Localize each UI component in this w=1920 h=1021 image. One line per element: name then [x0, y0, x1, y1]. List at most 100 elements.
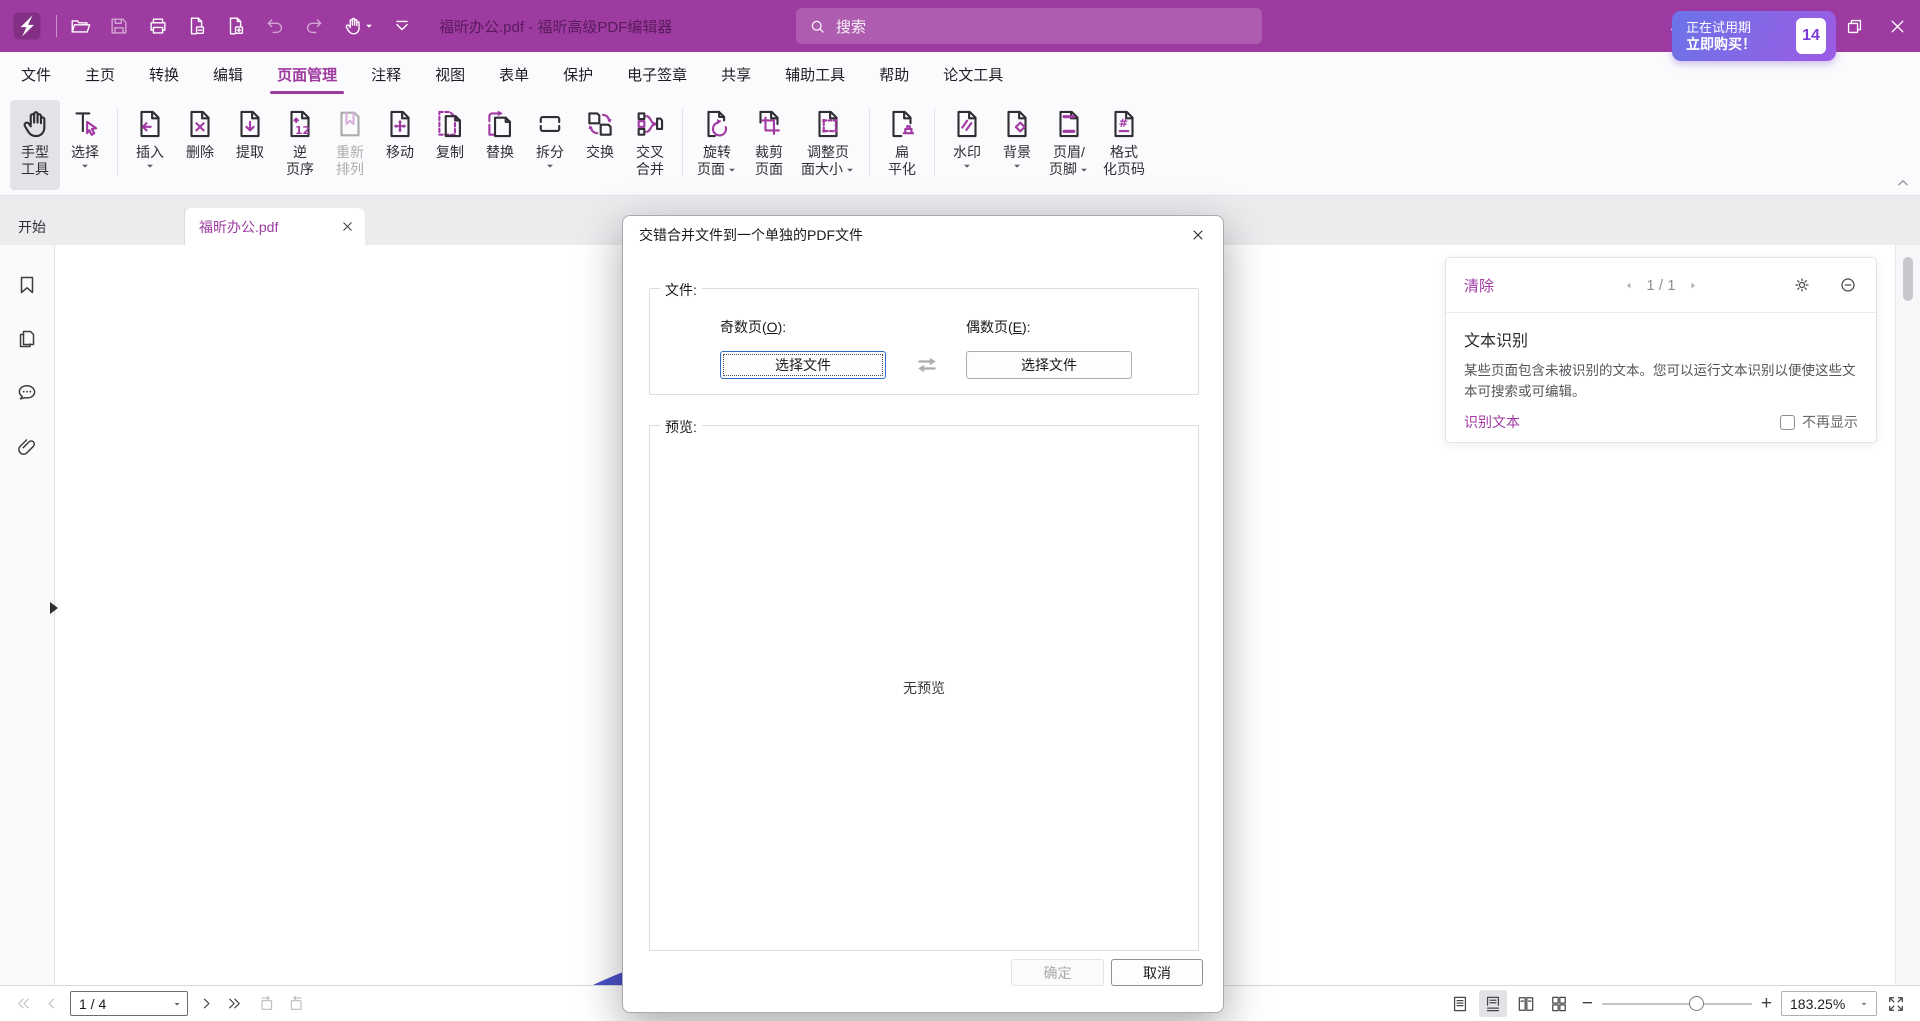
- menu-item[interactable]: 文件: [4, 52, 68, 96]
- close-icon: [1190, 227, 1206, 243]
- close-tab-icon[interactable]: [340, 219, 355, 234]
- first-page-icon[interactable]: [14, 994, 33, 1013]
- ribbon-tool-label: [962, 161, 972, 171]
- menu-item[interactable]: 表单: [482, 52, 546, 96]
- sidebar-item-pages-panel[interactable]: [15, 327, 39, 351]
- start-tab[interactable]: 开始: [0, 208, 185, 245]
- restore-button[interactable]: [1844, 16, 1865, 37]
- menu-item[interactable]: 编辑: [196, 52, 260, 96]
- crop-pages-button[interactable]: 裁剪页面: [744, 100, 794, 190]
- page-number-combobox[interactable]: 1 / 4: [70, 991, 188, 1016]
- header-footer-button[interactable]: 页眉/页脚: [1042, 100, 1096, 190]
- trial-banner[interactable]: 正在试用期 立即购买！ 14: [1672, 11, 1836, 61]
- open-folder-button[interactable]: [69, 15, 91, 37]
- document-tab[interactable]: 福昕办公.pdf: [185, 208, 365, 245]
- swap-icon: [583, 107, 617, 141]
- delete-pages-button[interactable]: 删除: [175, 100, 225, 190]
- dont-show-again-checkbox[interactable]: [1780, 415, 1795, 430]
- watermark-button[interactable]: 水印: [942, 100, 992, 190]
- interleave-icon: [633, 107, 667, 141]
- menu-item[interactable]: 论文工具: [926, 52, 1020, 96]
- menu-item[interactable]: 页面管理: [260, 52, 354, 96]
- layout-facing-continuous-button[interactable]: [1545, 990, 1573, 1017]
- save-button[interactable]: [108, 15, 130, 37]
- reverse-page-order-button[interactable]: 12逆页序: [275, 100, 325, 190]
- layout-single-button[interactable]: [1446, 990, 1474, 1017]
- fullscreen-icon[interactable]: [1886, 994, 1906, 1014]
- preview-group-label: 预览:: [660, 417, 702, 437]
- page-add-button[interactable]: [225, 15, 247, 37]
- print-button[interactable]: [147, 15, 169, 37]
- background-button[interactable]: 背景: [992, 100, 1042, 190]
- rotate-icon: [700, 107, 734, 141]
- zoom-slider[interactable]: [1602, 1003, 1752, 1005]
- menu-item[interactable]: 电子签章: [610, 52, 704, 96]
- menu-item[interactable]: 视图: [418, 52, 482, 96]
- next-view-icon[interactable]: [286, 994, 306, 1014]
- move-pages-button[interactable]: 移动: [375, 100, 425, 190]
- menu-item[interactable]: 转换: [132, 52, 196, 96]
- select-tool-button[interactable]: 选择: [60, 100, 110, 190]
- menu-item[interactable]: 共享: [704, 52, 768, 96]
- zoom-slider-thumb[interactable]: [1689, 996, 1704, 1011]
- next-page-icon[interactable]: [197, 994, 216, 1013]
- ribbon-tool-label: 交叉: [636, 144, 664, 161]
- cancel-button[interactable]: 取消: [1111, 959, 1203, 986]
- vertical-scrollbar[interactable]: [1895, 245, 1920, 985]
- clear-notifications-link[interactable]: 清除: [1464, 275, 1494, 296]
- even-pages-label: 偶数页(E):: [966, 317, 1031, 337]
- previous-view-icon[interactable]: [257, 994, 277, 1014]
- notification-settings-icon[interactable]: [1792, 275, 1812, 295]
- format-page-number-button[interactable]: #格式化页码: [1096, 100, 1152, 190]
- sidebar-item-attachments-panel[interactable]: [15, 435, 39, 459]
- redo-button[interactable]: [303, 15, 325, 37]
- close-button[interactable]: [1887, 16, 1908, 37]
- hand-tool-button[interactable]: 手型工具: [10, 100, 60, 190]
- extract-pages-button[interactable]: 提取: [225, 100, 275, 190]
- menu-item[interactable]: 主页: [68, 52, 132, 96]
- zoom-in-button[interactable]: +: [1761, 994, 1772, 1013]
- last-page-icon[interactable]: [225, 994, 244, 1013]
- ribbon-group-separator: [869, 108, 870, 176]
- split-document-button[interactable]: 拆分: [525, 100, 575, 190]
- search-input[interactable]: 搜索: [796, 8, 1262, 44]
- customize-button[interactable]: [391, 15, 413, 37]
- sidebar-item-comments-panel[interactable]: [15, 381, 39, 405]
- panel-expand-handle[interactable]: [50, 602, 58, 614]
- collapse-ribbon-icon[interactable]: [1894, 174, 1912, 192]
- menu-item[interactable]: 帮助: [862, 52, 926, 96]
- document-tab-label: 福昕办公.pdf: [199, 217, 278, 237]
- zoom-out-button[interactable]: −: [1582, 994, 1593, 1013]
- rotate-pages-button[interactable]: 旋转页面: [690, 100, 744, 190]
- select-icon: [68, 107, 102, 141]
- menu-item[interactable]: 注释: [354, 52, 418, 96]
- sidebar-item-bookmarks-panel[interactable]: [15, 273, 39, 297]
- layout-facing-button[interactable]: [1512, 990, 1540, 1017]
- next-notification-icon[interactable]: [1686, 278, 1701, 293]
- ribbon: 手型工具选择插入删除提取12逆页序重新排列移动复制替换拆分交换交叉合并旋转页面裁…: [0, 96, 1920, 196]
- swap-pages-button[interactable]: 交换: [575, 100, 625, 190]
- dialog-close-button[interactable]: [1181, 221, 1215, 249]
- zoom-level-combobox[interactable]: 183.25%: [1781, 991, 1877, 1016]
- insert-pages-button[interactable]: 插入: [125, 100, 175, 190]
- choose-even-file-button[interactable]: 选择文件: [966, 351, 1132, 379]
- previous-page-icon[interactable]: [42, 994, 61, 1013]
- menu-item[interactable]: 保护: [546, 52, 610, 96]
- previous-notification-icon[interactable]: [1621, 278, 1636, 293]
- customize-icon: [391, 15, 413, 37]
- recognize-text-link[interactable]: 识别文本: [1464, 412, 1520, 432]
- choose-odd-file-button[interactable]: 选择文件: [720, 351, 886, 379]
- layout-continuous-button[interactable]: [1479, 990, 1507, 1017]
- resize-pages-button[interactable]: 调整页面大小: [794, 100, 862, 190]
- ok-button: 确定: [1011, 959, 1104, 986]
- hand-sm-button[interactable]: [342, 15, 374, 37]
- page-remove-button[interactable]: [186, 15, 208, 37]
- replace-pages-button[interactable]: 替换: [475, 100, 525, 190]
- duplicate-pages-button[interactable]: 复制: [425, 100, 475, 190]
- menu-item[interactable]: 辅助工具: [768, 52, 862, 96]
- undo-button[interactable]: [264, 15, 286, 37]
- collapse-notification-icon[interactable]: [1838, 275, 1858, 295]
- scrollbar-thumb[interactable]: [1903, 257, 1913, 301]
- interleave-merge-button[interactable]: 交叉合并: [625, 100, 675, 190]
- flatten-button[interactable]: 扁平化: [877, 100, 927, 190]
